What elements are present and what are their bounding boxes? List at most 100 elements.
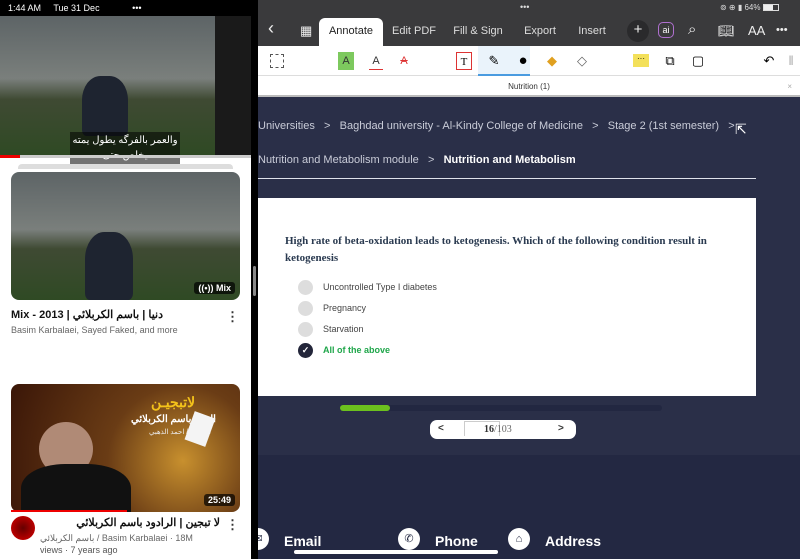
prev-button[interactable]: < — [438, 423, 444, 434]
video-title[interactable]: Mix - 2013 | دنيا | باسم الكربلائي — [11, 309, 211, 322]
question-text: High rate of beta-oxidation leads to ket… — [285, 235, 707, 264]
breadcrumb-separator: > — [728, 120, 735, 132]
quiz-progress-bar — [340, 405, 662, 411]
pen-icon[interactable]: ✎ — [486, 52, 502, 70]
multitask-dots[interactable]: ••• — [520, 2, 529, 12]
status-bar: 1:44 AM Tue 31 Dec ••• — [0, 0, 251, 16]
youtube-pane: 1:44 AM Tue 31 Dec ••• والعمر بالفرگه يط… — [0, 0, 251, 559]
next-button[interactable]: > — [558, 423, 564, 434]
split-handle[interactable] — [253, 266, 256, 296]
share-icon[interactable]: ⇱ — [735, 121, 747, 138]
subtitle-line: والعمر بالفرگه يطول يمته — [72, 135, 178, 146]
close-icon[interactable]: × — [787, 76, 792, 97]
thumb-figure — [85, 232, 133, 300]
phone-icon: ✆ — [398, 528, 420, 550]
radio-button[interactable] — [298, 301, 313, 316]
tab-annotate[interactable]: Annotate — [319, 18, 383, 46]
strikethrough-icon[interactable]: A — [397, 52, 411, 70]
home-indicator[interactable] — [294, 550, 498, 554]
breadcrumb: Universities > Baghdad university - Al-K… — [258, 120, 735, 132]
radio-button[interactable] — [298, 322, 313, 337]
duration-badge: 25:49 — [203, 494, 235, 506]
breadcrumb-item[interactable]: Nutrition and Metabolism module — [258, 154, 419, 166]
option[interactable]: Pregnancy — [298, 301, 366, 316]
more-options-icon[interactable]: ⋮ — [226, 309, 239, 325]
comment-icon[interactable]: ··· — [633, 54, 649, 67]
multitask-dots[interactable]: ••• — [132, 3, 141, 13]
thumb-person-body — [21, 464, 131, 512]
breadcrumb-separator: > — [324, 120, 331, 132]
watched-progress — [11, 510, 127, 512]
annotate-toolbar: A A A T ✎ ● ◆ ◇ ··· ⧉ ▢ ↶ ‖ — [258, 46, 800, 76]
total-pages: /103 — [494, 424, 512, 435]
more-options-icon[interactable]: ⋮ — [226, 517, 239, 533]
back-icon[interactable]: ‹ — [268, 18, 274, 39]
video-subtitles: والعمر بالفرگه يطول يمته يخلص حتى — [70, 132, 180, 164]
shapes-icon[interactable]: ⧉ — [662, 52, 678, 70]
tab-fill-sign[interactable]: Fill & Sign — [448, 18, 508, 46]
video-frame-figure — [82, 76, 128, 136]
video-channel: باسم الكربلائي / Basim Karbalaei · 18M — [40, 533, 193, 543]
video-meta: views · 7 years ago — [40, 545, 118, 555]
breadcrumb-item[interactable]: Universities — [258, 120, 315, 132]
breadcrumb-item[interactable]: Stage 2 (1st semester) — [608, 120, 719, 132]
video-channel: Basim Karbalaei, Sayed Faked, and more — [11, 325, 178, 335]
option-selected[interactable]: ✓ All of the above — [298, 343, 390, 358]
text-box-icon[interactable]: T — [456, 52, 472, 70]
battery-level: 64% — [744, 3, 761, 12]
tab-export[interactable]: Export — [512, 18, 568, 46]
breadcrumb-separator: > — [592, 120, 599, 132]
color-dot-icon[interactable]: ● — [516, 52, 530, 70]
search-icon[interactable]: ⌕ — [688, 21, 696, 38]
toolbar-handle-icon[interactable]: ‖ — [788, 52, 794, 70]
more-icon[interactable]: ••• — [776, 24, 788, 36]
book-icon[interactable]: 📖︎ — [718, 23, 735, 39]
mix-badge: ((•)) Mix — [194, 282, 235, 294]
tab-edit-pdf[interactable]: Edit PDF — [386, 18, 442, 46]
question-card: High rate of beta-oxidation leads to ket… — [258, 198, 756, 396]
highlighter-icon[interactable]: ◆ — [545, 52, 559, 70]
pager: < 16/103 > — [430, 420, 576, 439]
card-stack-edge — [18, 164, 233, 169]
ai-icon[interactable]: ai — [658, 22, 674, 38]
document-title-bar: Nutrition (1) × — [258, 76, 800, 97]
underline-icon[interactable]: A — [369, 52, 383, 70]
option[interactable]: Uncontrolled Type I diabetes — [298, 280, 437, 295]
breadcrumb-current: Nutrition and Metabolism — [443, 154, 576, 166]
breadcrumb-separator: > — [427, 154, 435, 166]
date: Tue 31 Dec — [53, 3, 100, 13]
text-size-icon[interactable]: AA — [748, 23, 765, 38]
channel-avatar[interactable] — [11, 516, 35, 540]
add-icon[interactable]: + — [627, 20, 649, 42]
option[interactable]: Starvation — [298, 322, 364, 337]
breadcrumb-line2: Nutrition and Metabolism module > Nutrit… — [258, 154, 576, 166]
select-area-icon[interactable] — [270, 54, 284, 68]
video-title[interactable]: لا تبجين | الرادود باسم الكربلائي — [40, 517, 220, 530]
video-thumbnail[interactable]: ((•)) Mix — [11, 172, 240, 300]
video-thumbnail[interactable]: لاتبجيـن الحاج باسم الكربلائي للشاعر / ا… — [11, 384, 240, 512]
top-bar: ••• ⊚ ⊕ ▮ 64% ‹ ▦ Annotate Edit PDF Fill… — [258, 0, 800, 46]
address-link[interactable]: Address — [545, 533, 601, 549]
tab-insert[interactable]: Insert — [570, 18, 614, 46]
progress-fill — [340, 405, 390, 411]
status-icons: ⊚ ⊕ ▮ 64% — [720, 3, 779, 12]
undo-icon[interactable]: ↶ — [761, 52, 777, 70]
grid-icon[interactable]: ▦ — [300, 23, 312, 39]
email-icon: ✉ — [258, 528, 269, 550]
breadcrumb-item[interactable]: Baghdad university - Al-Kindy College of… — [340, 120, 583, 132]
sticker-icon[interactable]: ▢ — [690, 52, 706, 70]
radio-waves-icon: ((•)) — [198, 283, 216, 293]
home-icon: ⌂ — [508, 528, 530, 550]
highlight-icon[interactable]: A — [338, 52, 354, 70]
phone-link[interactable]: Phone — [435, 533, 478, 549]
document-title: Nutrition (1) — [508, 82, 550, 91]
current-page: 16 — [484, 424, 494, 435]
video-progress-bar[interactable] — [0, 155, 251, 158]
radio-button[interactable] — [298, 280, 313, 295]
email-link[interactable]: Email — [284, 533, 321, 549]
check-icon[interactable]: ✓ — [298, 343, 313, 358]
time: 1:44 AM — [8, 3, 42, 13]
video-player[interactable]: والعمر بالفرگه يطول يمته يخلص حتى — [0, 16, 251, 164]
eraser-icon[interactable]: ◇ — [575, 52, 589, 70]
pdf-pane: ••• ⊚ ⊕ ▮ 64% ‹ ▦ Annotate Edit PDF Fill… — [258, 0, 800, 559]
